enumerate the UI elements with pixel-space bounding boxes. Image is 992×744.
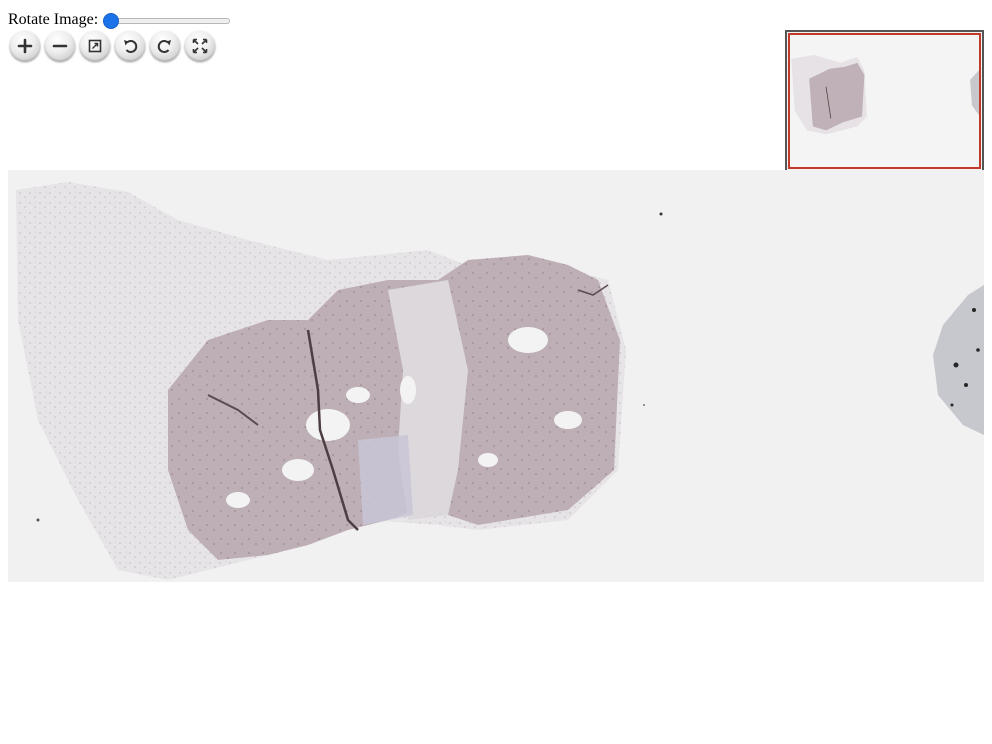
zoom-out-icon — [52, 44, 68, 48]
home-icon — [88, 39, 102, 53]
rotate-slider-thumb[interactable] — [103, 13, 120, 29]
rotate-slider-track[interactable] — [104, 18, 231, 24]
rotate-label: Rotate Image: — [8, 11, 99, 28]
zoom-in-button[interactable] — [10, 31, 40, 61]
rotate-slider[interactable] — [103, 12, 231, 29]
zoom-in-icon — [17, 38, 33, 54]
zoom-out-button[interactable] — [45, 31, 75, 61]
image-viewer[interactable] — [8, 170, 984, 582]
navigator-thumbnail — [790, 35, 979, 167]
fullscreen-icon — [192, 38, 208, 54]
tissue-slide-image — [8, 170, 984, 582]
rotate-right-icon — [157, 40, 171, 53]
rotate-left-icon — [124, 40, 138, 53]
rotate-control: Rotate Image: — [8, 10, 231, 30]
rotate-left-button[interactable] — [115, 31, 145, 61]
navigator-minimap[interactable] — [785, 30, 984, 172]
navigator-viewport-region[interactable] — [788, 33, 981, 169]
rotate-right-button[interactable] — [150, 31, 180, 61]
viewer-toolbar — [10, 31, 215, 61]
home-button[interactable] — [80, 31, 110, 61]
fullscreen-button[interactable] — [185, 31, 215, 61]
